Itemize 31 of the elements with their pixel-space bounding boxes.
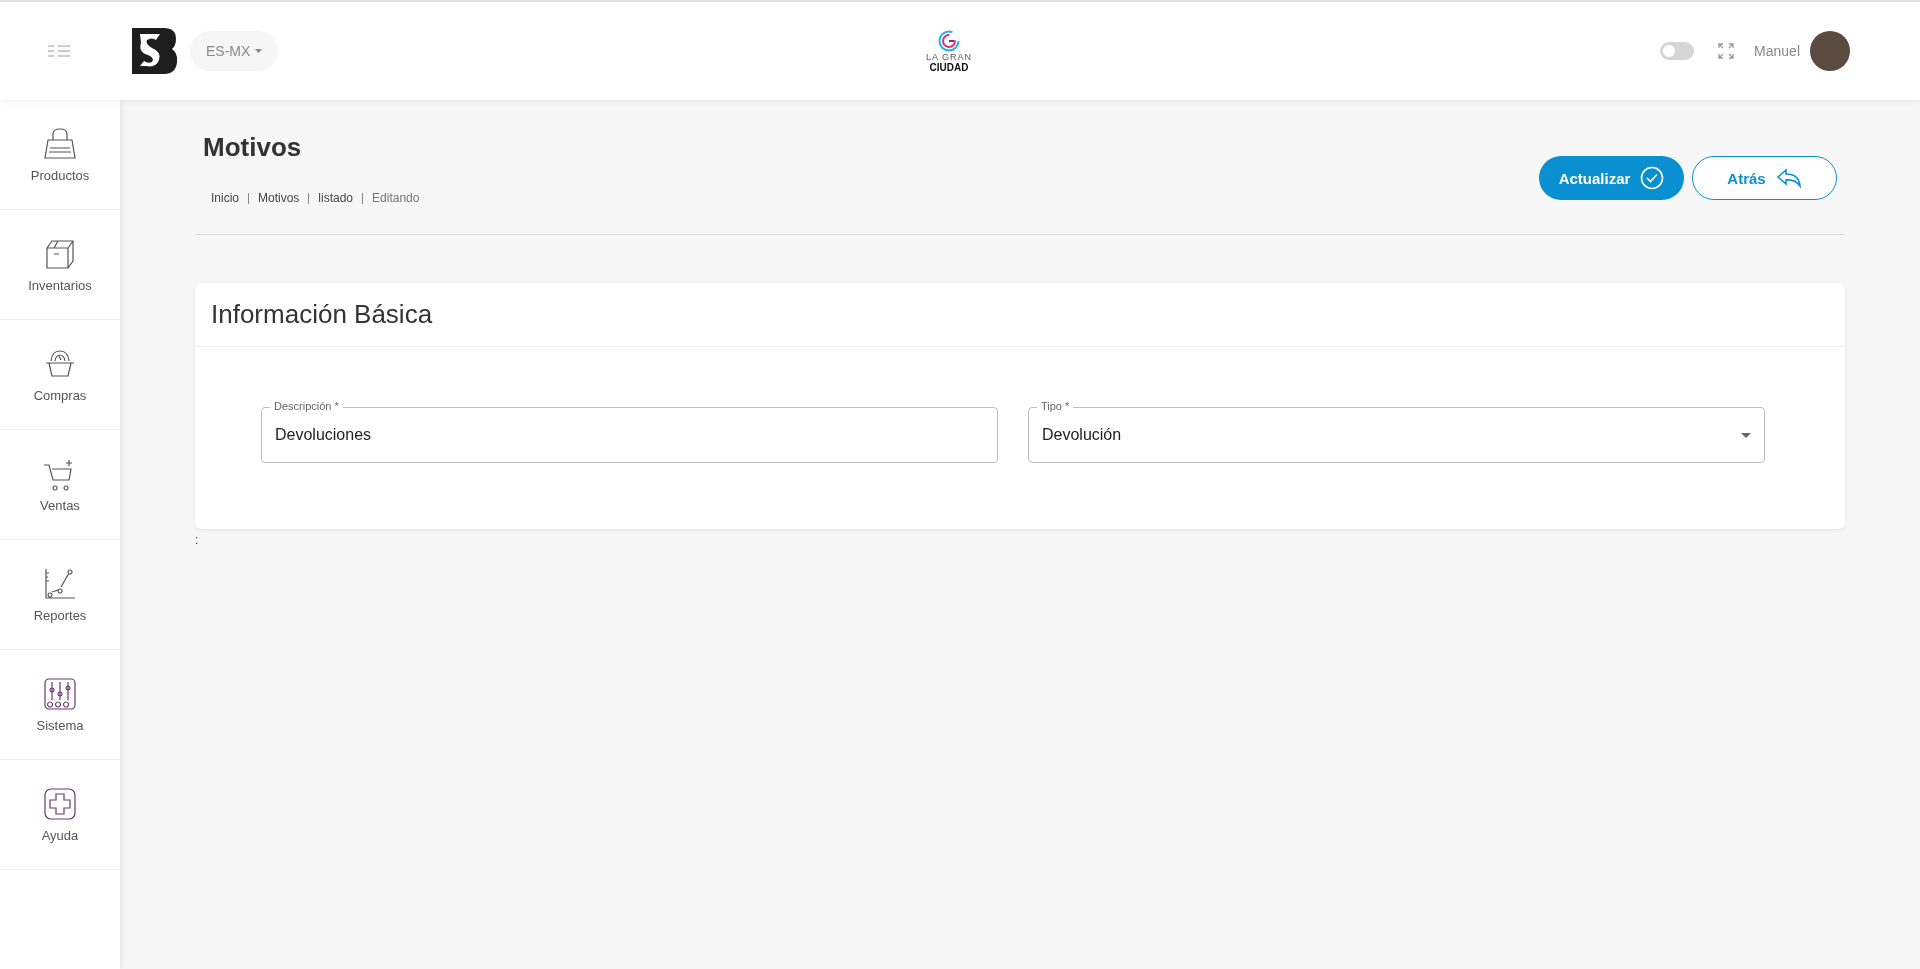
sidebar-item[interactable]: Inventarios <box>0 210 120 320</box>
user-name: Manuel <box>1754 43 1800 59</box>
fullscreen-icon[interactable] <box>1718 43 1735 59</box>
plus-icon <box>42 786 78 822</box>
sidebar-item[interactable]: Productos <box>0 100 120 210</box>
shopping-bag-icon <box>42 126 78 162</box>
avatar[interactable] <box>1810 31 1850 71</box>
toggle-switch[interactable] <box>1660 42 1695 60</box>
logo-text: LA GRAN <box>926 52 972 62</box>
line-chart-icon <box>42 566 78 602</box>
sidebar-item[interactable]: Sistema <box>0 650 120 760</box>
page-title: Motivos <box>203 132 303 163</box>
city-logo-icon <box>938 29 960 52</box>
sliders-icon <box>42 676 78 712</box>
card-title: Información Básica <box>195 283 1845 347</box>
sidebar-item[interactable]: Compras <box>0 320 120 430</box>
breadcrumb-link[interactable]: Motivos <box>248 193 309 204</box>
back-button[interactable]: Atrás <box>1692 156 1837 200</box>
breadcrumb-link[interactable]: Inicio <box>211 193 248 204</box>
stray-mark: : <box>195 533 199 547</box>
caret-icon <box>255 49 263 53</box>
check-circle-icon <box>1640 166 1665 190</box>
caret-icon <box>1741 432 1751 438</box>
logo-text: CIUDAD <box>929 62 969 73</box>
menu-icon[interactable] <box>48 45 70 57</box>
update-button[interactable]: Actualizar <box>1539 156 1684 200</box>
reply-arrow-icon <box>1775 168 1802 188</box>
sidebar-item[interactable]: Ventas <box>0 430 120 540</box>
brand-logo <box>132 28 178 74</box>
sidebar-item[interactable]: Ayuda <box>0 760 120 870</box>
sidebar-item[interactable]: Reportes <box>0 540 120 650</box>
